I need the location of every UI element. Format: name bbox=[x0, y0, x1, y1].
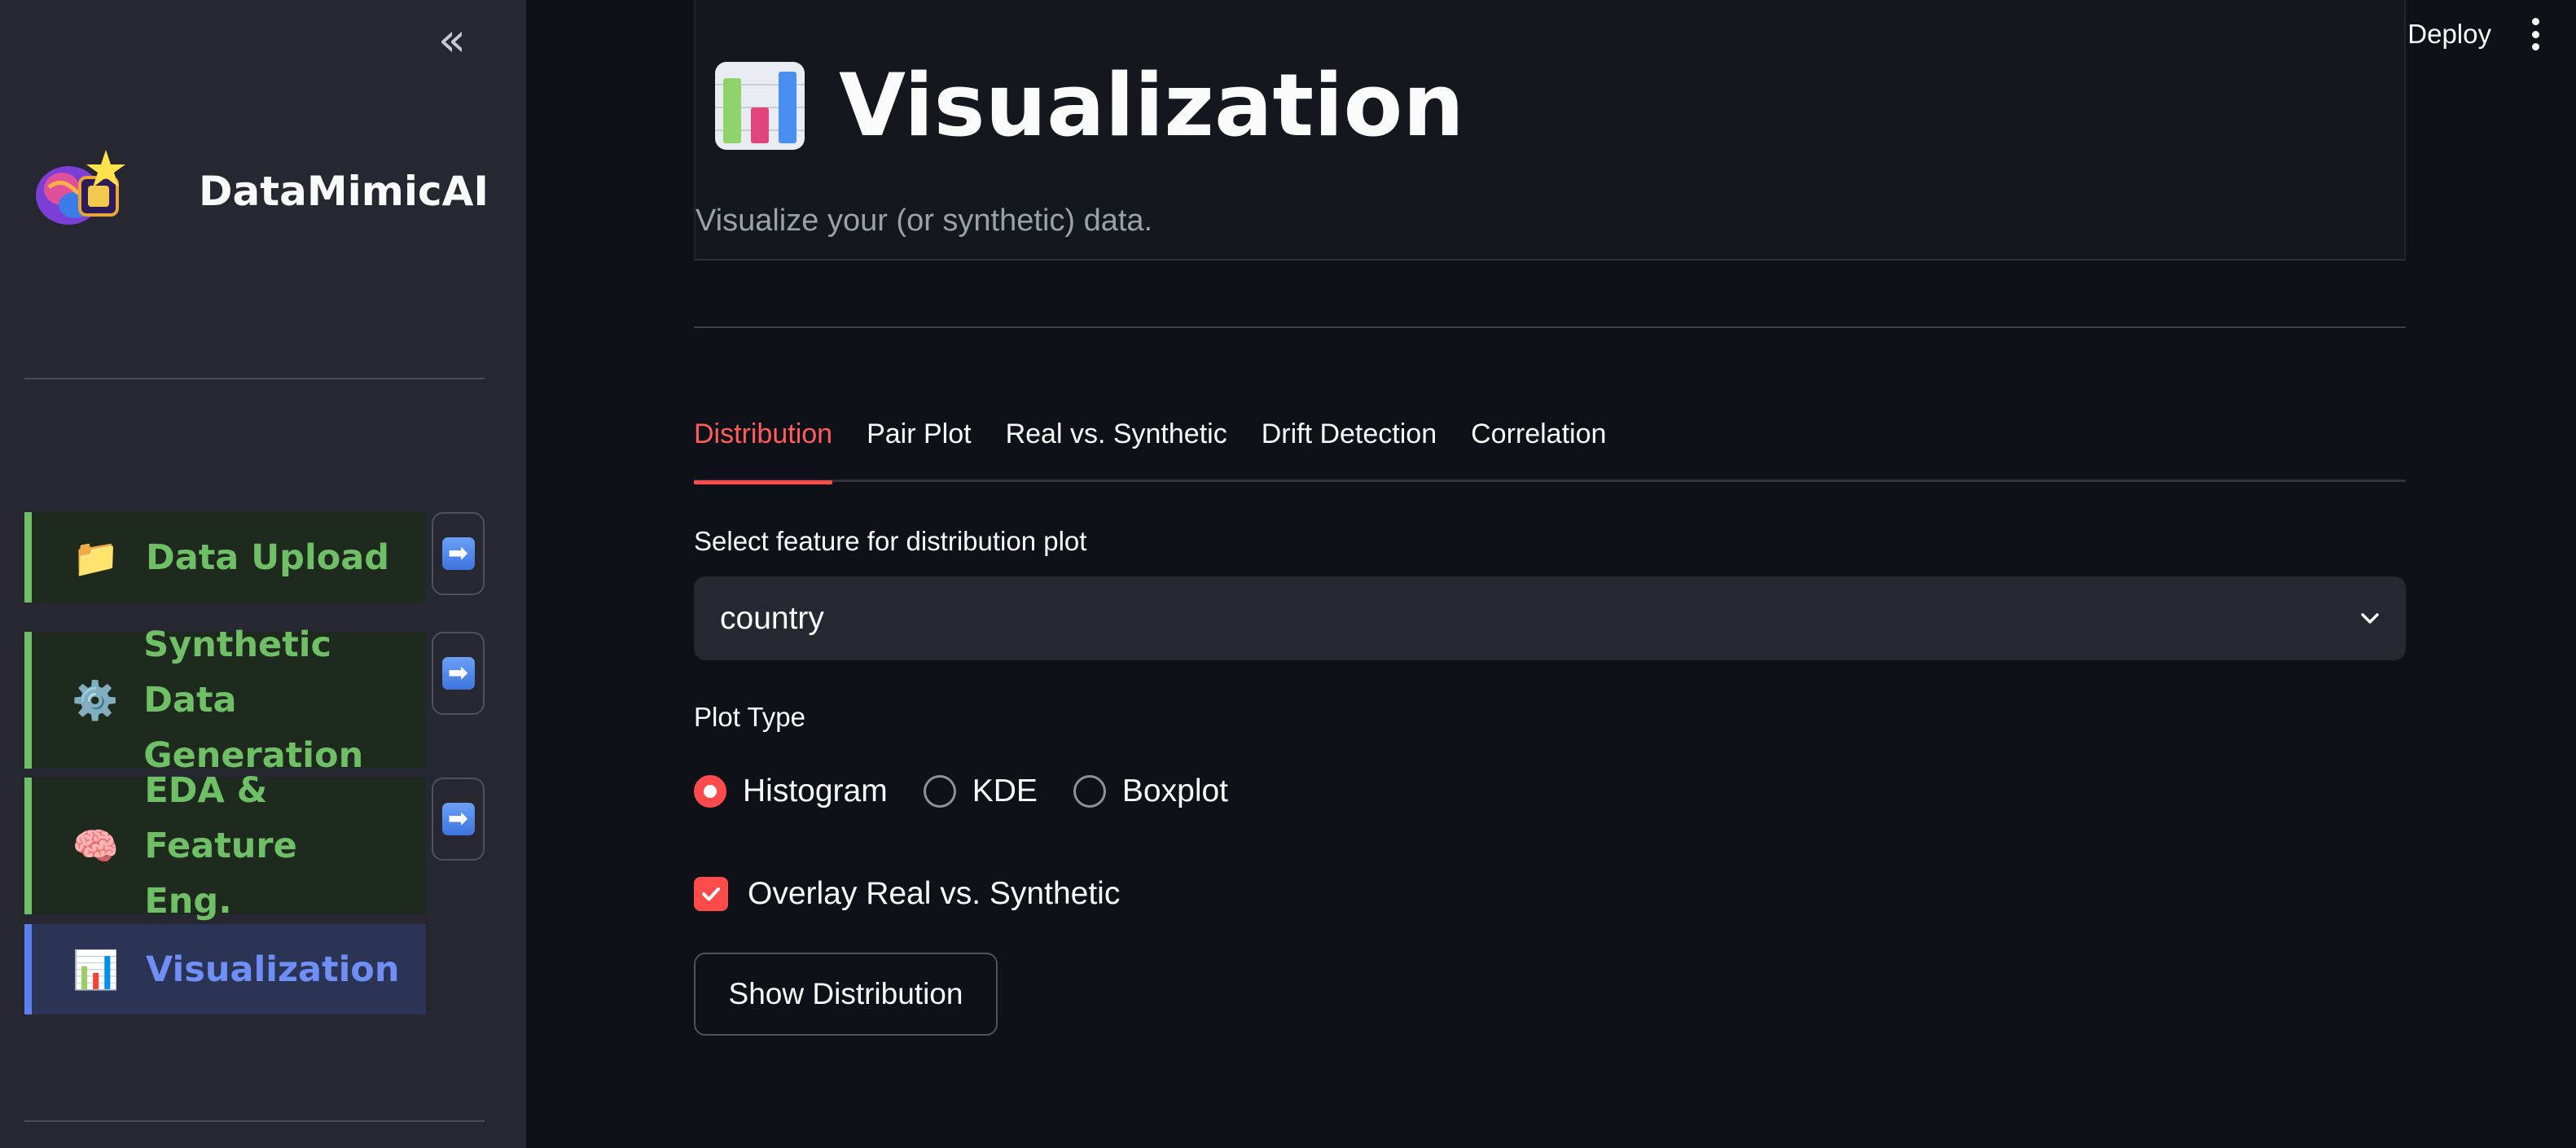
overlay-checkbox[interactable]: Overlay Real vs. Synthetic bbox=[694, 876, 1120, 912]
sidebar-item-label: Synthetic Data Generation bbox=[143, 624, 364, 776]
radio-label: Histogram bbox=[743, 773, 888, 808]
page-title: Visualization bbox=[839, 55, 1464, 156]
go-data-upload-button[interactable]: ➡ bbox=[432, 512, 485, 595]
arrow-right-icon: ➡ bbox=[441, 803, 475, 835]
sidebar-item-label: EDA & Feature Eng. bbox=[144, 770, 297, 922]
radio-label: KDE bbox=[972, 773, 1038, 808]
sidebar-item-label: Visualization bbox=[146, 949, 400, 990]
more-vertical-icon[interactable] bbox=[2527, 18, 2543, 50]
tab-bar: Distribution Pair Plot Real vs. Syntheti… bbox=[694, 414, 2406, 484]
checkmark-icon bbox=[694, 877, 728, 911]
show-distribution-label: Show Distribution bbox=[728, 977, 963, 1010]
radio-kde[interactable]: KDE bbox=[923, 773, 1038, 809]
toolbar: Deploy bbox=[2407, 18, 2543, 50]
go-eda-button[interactable]: ➡ bbox=[432, 778, 485, 861]
radio-label: Boxplot bbox=[1121, 773, 1229, 808]
sidebar-divider bbox=[24, 1120, 485, 1122]
sidebar-divider bbox=[24, 378, 485, 379]
arrow-right-icon: ➡ bbox=[441, 537, 475, 570]
tab-pair-plot[interactable]: Pair Plot bbox=[867, 414, 972, 482]
tab-real-vs-synthetic[interactable]: Real vs. Synthetic bbox=[1006, 414, 1227, 482]
collapse-sidebar-icon[interactable]: « bbox=[423, 16, 481, 65]
bar-chart-icon bbox=[713, 60, 806, 151]
sidebar-item-eda-feature-eng[interactable]: 🧠 EDA & Feature Eng. bbox=[24, 770, 426, 922]
feature-select-value: country bbox=[720, 600, 824, 636]
tab-distribution[interactable]: Distribution bbox=[694, 414, 833, 484]
app-root: « DataMimicAI 📁 Data Upload ➡ ⚙️ Synthet… bbox=[0, 0, 2576, 1148]
plot-type-label: Plot Type bbox=[694, 702, 805, 732]
feature-select[interactable]: country bbox=[694, 576, 2406, 660]
folder-icon: 📁 bbox=[72, 535, 120, 580]
go-synthetic-data-button[interactable]: ➡ bbox=[432, 632, 485, 715]
radio-unchecked-icon bbox=[1073, 775, 1106, 808]
tab-correlation[interactable]: Correlation bbox=[1471, 414, 1606, 482]
show-distribution-button[interactable]: Show Distribution bbox=[694, 953, 998, 1036]
app-name: DataMimicAI bbox=[199, 168, 489, 215]
sidebar-item-visualization[interactable]: 📊 Visualization bbox=[24, 924, 426, 1014]
sidebar: « DataMimicAI 📁 Data Upload ➡ ⚙️ Synthet… bbox=[0, 0, 526, 1148]
page-header: Visualization Visualize your (or synthet… bbox=[694, 0, 2406, 261]
brain-chip-logo bbox=[33, 147, 129, 236]
radio-boxplot[interactable]: Boxplot bbox=[1073, 773, 1228, 809]
radio-checked-icon bbox=[694, 775, 726, 808]
sidebar-item-synthetic-data-generation[interactable]: ⚙️ Synthetic Data Generation bbox=[24, 624, 426, 776]
feature-select-label: Select feature for distribution plot bbox=[694, 526, 1087, 556]
arrow-right-icon: ➡ bbox=[441, 657, 475, 690]
plot-type-radio-group: Histogram KDE Boxplot bbox=[694, 773, 1264, 809]
sidebar-item-label: Data Upload bbox=[146, 537, 390, 578]
chevron-down-icon bbox=[2361, 612, 2379, 624]
page-subtitle: Visualize your (or synthetic) data. bbox=[696, 204, 1153, 238]
brain-icon: 🧠 bbox=[72, 824, 119, 868]
overlay-checkbox-label: Overlay Real vs. Synthetic bbox=[748, 876, 1121, 911]
radio-unchecked-icon bbox=[923, 775, 956, 808]
tab-drift-detection[interactable]: Drift Detection bbox=[1262, 414, 1437, 482]
gear-icon: ⚙️ bbox=[72, 678, 119, 722]
main-divider bbox=[694, 326, 2406, 328]
deploy-button[interactable]: Deploy bbox=[2407, 19, 2491, 50]
sidebar-item-data-upload[interactable]: 📁 Data Upload bbox=[24, 512, 426, 602]
brand: DataMimicAI bbox=[33, 147, 489, 236]
bar-chart-icon: 📊 bbox=[72, 947, 120, 992]
radio-histogram[interactable]: Histogram bbox=[694, 773, 888, 809]
